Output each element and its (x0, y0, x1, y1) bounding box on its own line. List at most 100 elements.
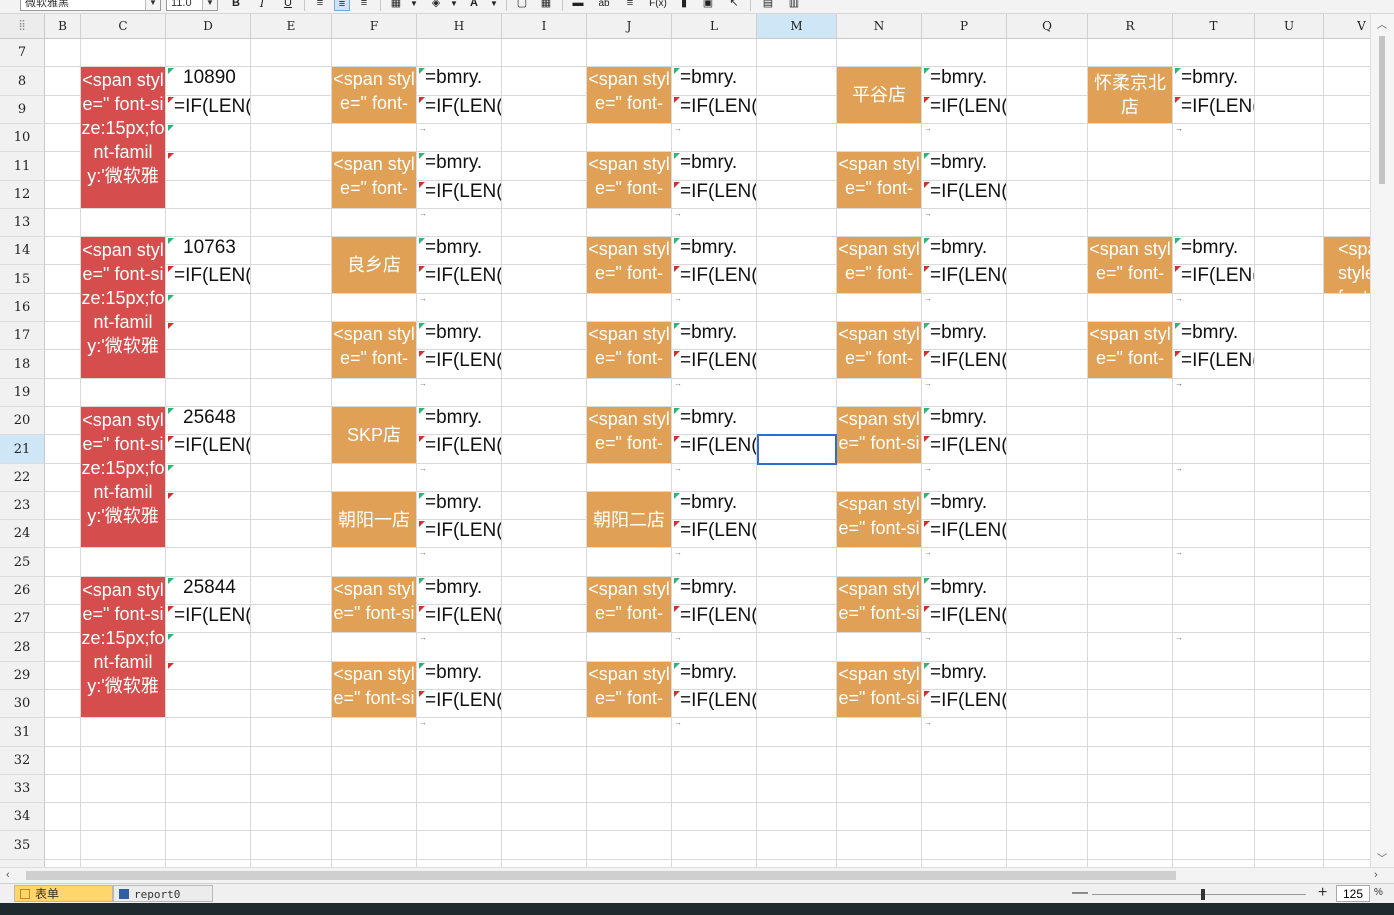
image-icon[interactable]: ▣ (700, 0, 716, 11)
merged-orange-cell[interactable]: <span style=" font- (587, 577, 671, 632)
row-header-22[interactable]: 22 (0, 464, 45, 492)
formula-cell[interactable]: =IF(LEN( (922, 96, 1006, 123)
row-header-9[interactable]: 9 (0, 96, 45, 124)
formula-cell[interactable]: =bmry. (672, 577, 756, 604)
formula-cell[interactable]: =IF(LEN( (672, 96, 756, 123)
formula-cell[interactable]: =IF(LEN( (166, 435, 250, 463)
spreadsheet-grid[interactable]: ⣿ BCDEFHIJLMNPQRTUV 7 8 9 10 11 12 13 14 15 16 17 1… (0, 14, 1370, 867)
formula-cell[interactable]: =bmry. (922, 662, 1006, 689)
formula-cell[interactable]: =IF(LEN( (922, 435, 1006, 463)
row-header-25[interactable]: 25 (0, 548, 45, 577)
formula-cell[interactable]: =IF(LEN( (1173, 350, 1254, 378)
chevron-down-icon[interactable]: ▼ (145, 0, 160, 10)
formula-cell[interactable]: =IF(LEN( (672, 350, 756, 378)
formula-cell[interactable]: =bmry. (417, 407, 501, 434)
formula-cell[interactable]: =bmry. (922, 237, 1006, 264)
column-header-L[interactable]: L (672, 14, 757, 38)
formula-cell[interactable]: =IF(LEN( (922, 690, 1006, 717)
merged-red-cell[interactable]: <span style=" font-size:15px;font-family… (81, 67, 165, 208)
split-cells-icon[interactable]: ▦ (538, 0, 554, 11)
formula-cell[interactable]: =bmry. (922, 322, 1006, 349)
column-header-N[interactable]: N (837, 14, 922, 38)
row-header-11[interactable]: 11 (0, 152, 45, 181)
formula-cell[interactable]: =bmry. (417, 152, 501, 180)
formula-cell[interactable]: =IF(LEN( (922, 181, 1006, 208)
align-center-icon[interactable]: ≡ (334, 0, 350, 11)
sheet-tab-report0[interactable]: report0 (113, 885, 213, 902)
scroll-right-icon[interactable]: › (1374, 869, 1378, 881)
select-all-icon[interactable]: ⣿ (0, 14, 45, 38)
column-header-B[interactable]: B (45, 14, 81, 38)
row-header-18[interactable]: 18 (0, 350, 45, 379)
row-header-34[interactable]: 34 (0, 803, 45, 831)
row-header-28[interactable]: 28 (0, 633, 45, 662)
italic-button[interactable]: I (254, 0, 270, 11)
merged-orange-cell[interactable]: <span style=" font-size: (837, 577, 921, 632)
merged-red-cell[interactable]: <span style=" font-size:15px;font-family… (81, 407, 165, 547)
bar-chart-icon[interactable]: ▮ (676, 0, 692, 11)
merged-orange-cell[interactable]: <span style=" font-size: (332, 577, 416, 632)
row-header-36[interactable]: 36 (0, 860, 45, 867)
chevron-down-icon[interactable]: ▼ (446, 0, 462, 11)
formula-cell[interactable]: =IF(LEN( (922, 265, 1006, 293)
formula-cell[interactable]: =bmry. (1173, 237, 1254, 264)
insert-row-icon[interactable]: ▬ (570, 0, 586, 11)
column-header-C[interactable]: C (81, 14, 166, 38)
merged-orange-cell[interactable]: <span style=" font- (332, 152, 416, 208)
column-header-D[interactable]: D (166, 14, 251, 38)
formula-cell[interactable]: =bmry. (672, 322, 756, 349)
row-header-23[interactable]: 23 (0, 492, 45, 520)
formula-cell[interactable]: =bmry. (417, 492, 501, 519)
formula-cell[interactable]: =bmry. (417, 662, 501, 689)
store-name-cell[interactable]: 平谷店 (837, 67, 921, 123)
column-header-V[interactable]: V (1324, 14, 1370, 38)
row-header-16[interactable]: 16 (0, 294, 45, 322)
row-header-19[interactable]: 19 (0, 379, 45, 407)
formula-cell[interactable]: =bmry. (417, 577, 501, 604)
formula-cell[interactable]: =bmry. (1173, 67, 1254, 95)
align-right-icon[interactable]: ≡ (356, 0, 372, 11)
horizontal-scroll-thumb[interactable] (26, 871, 1176, 880)
table-layout-icon[interactable]: ▥ (786, 0, 802, 11)
total-value-cell[interactable]: 10763 (166, 237, 250, 264)
row-header-10[interactable]: 10 (0, 124, 45, 152)
sheet-tab-form[interactable]: 表单 (14, 885, 113, 902)
sheet-layout-icon[interactable]: ▤ (760, 0, 776, 11)
merged-orange-cell[interactable]: <span style=" font- (1088, 237, 1172, 293)
merged-orange-cell[interactable]: <span style=" font- (587, 662, 671, 717)
formula-cell[interactable]: =bmry. (922, 67, 1006, 95)
horizontal-scrollbar[interactable]: ‹ › (0, 867, 1394, 884)
zoom-in-button[interactable]: + (1318, 884, 1327, 902)
formula-cell[interactable]: =IF(LEN( (672, 265, 756, 293)
zoom-slider-handle[interactable] (1201, 889, 1205, 900)
chevron-down-icon[interactable]: ▼ (486, 0, 502, 11)
column-header-Q[interactable]: Q (1007, 14, 1088, 38)
column-header-R[interactable]: R (1088, 14, 1173, 38)
formula-cell[interactable]: =bmry. (922, 152, 1006, 180)
formula-cell[interactable]: =IF(LEN( (417, 435, 501, 463)
merged-orange-cell[interactable]: <span style=" font- (1088, 322, 1172, 378)
formula-cell[interactable]: =bmry. (1173, 322, 1254, 349)
formula-cell[interactable]: =IF(LEN( (417, 520, 501, 547)
row-header-7[interactable]: 7 (0, 39, 45, 67)
merged-red-cell[interactable]: <span style=" font-size:15px;font-family… (81, 237, 165, 378)
font-size-select[interactable]: 11.0 ▼ (166, 0, 218, 11)
row-header-20[interactable]: 20 (0, 407, 45, 435)
formula-cell[interactable]: =IF(LEN( (672, 181, 756, 208)
formula-cell[interactable]: =IF(LEN( (166, 265, 250, 293)
total-value-cell[interactable]: 25844 (166, 577, 250, 604)
formula-cell[interactable]: =IF(LEN( (1173, 96, 1254, 123)
paragraph-icon[interactable]: ≡ (622, 0, 638, 11)
merged-orange-cell[interactable]: <span style=" font- (837, 152, 921, 208)
row-header-12[interactable]: 12 (0, 181, 45, 209)
chevron-down-icon[interactable]: ▼ (202, 0, 217, 10)
bold-button[interactable]: B (228, 0, 244, 11)
formula-cell[interactable]: =bmry. (672, 237, 756, 264)
column-header-M[interactable]: M (757, 14, 837, 38)
formula-cell[interactable]: =IF(LEN( (417, 181, 501, 208)
formula-cell[interactable]: =IF(LEN( (417, 605, 501, 632)
vertical-scrollbar[interactable]: ︿ ﹀ (1370, 14, 1394, 867)
merged-orange-cell[interactable]: <span style=" font- (587, 67, 671, 123)
row-header-29[interactable]: 29 (0, 662, 45, 690)
merged-orange-cell[interactable]: <span style=" font- (837, 237, 921, 293)
